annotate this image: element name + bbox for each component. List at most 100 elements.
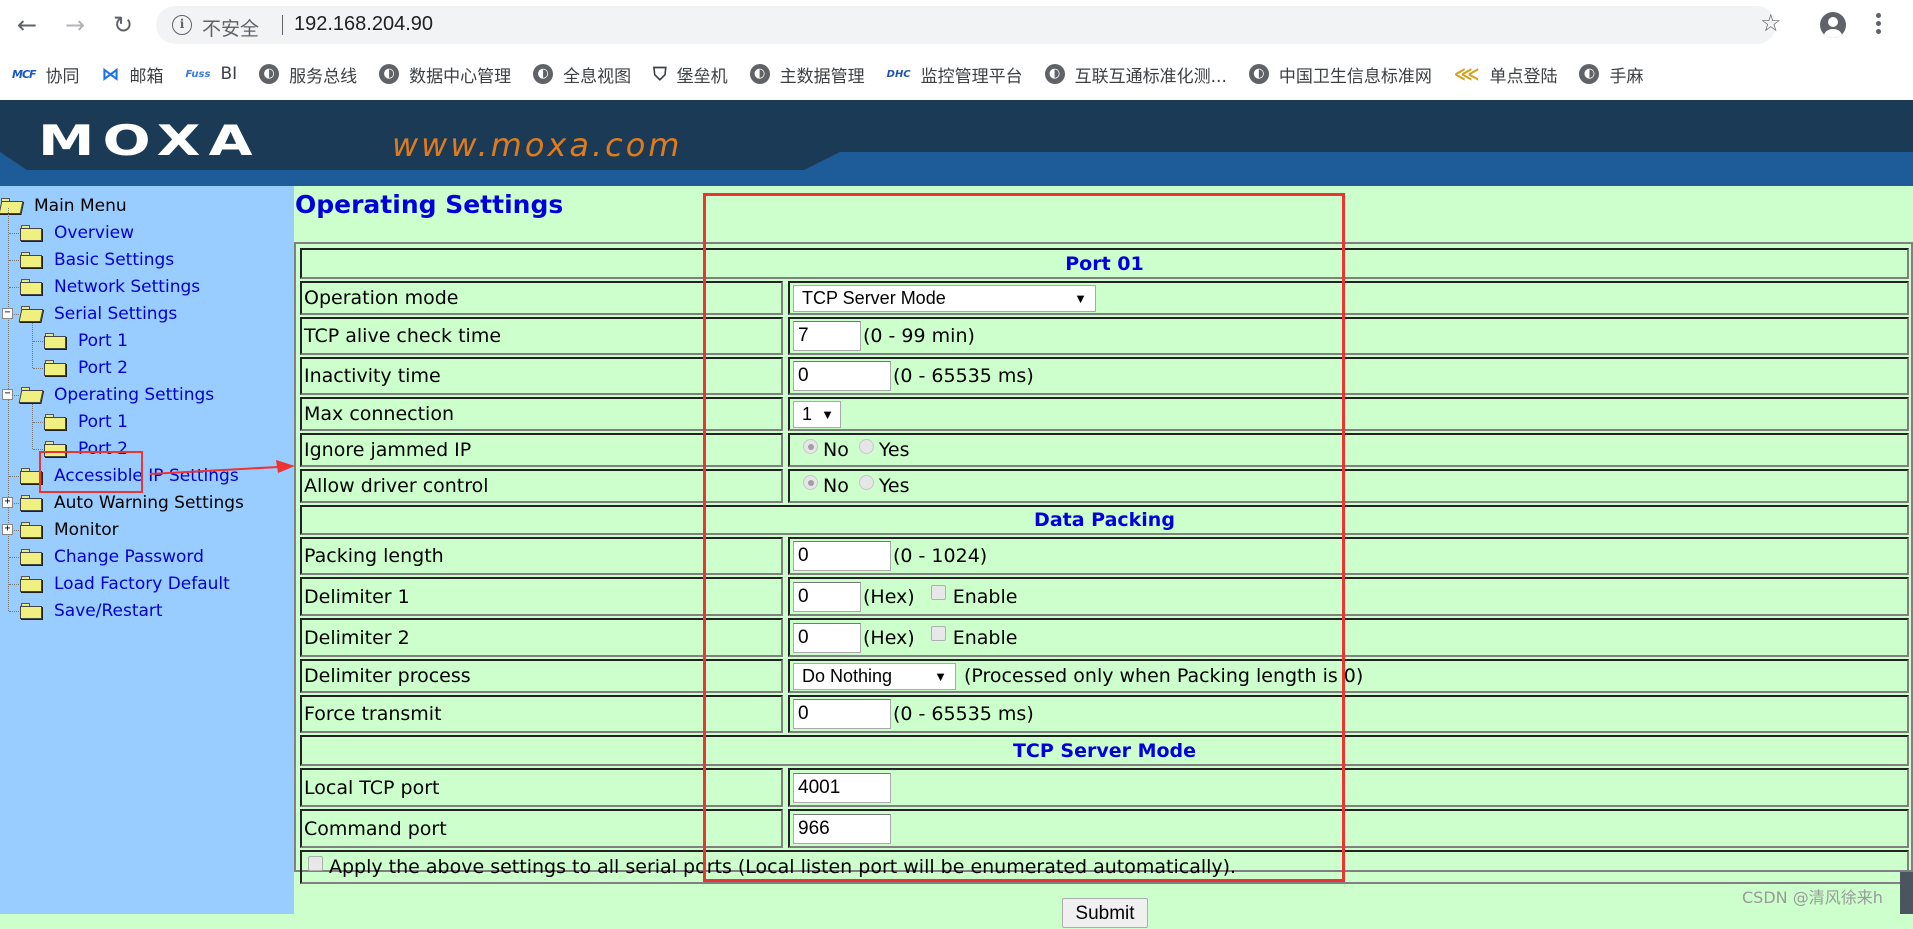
folder-icon <box>20 576 42 592</box>
banner-wedge <box>800 152 1913 172</box>
sso-icon: ⋘ <box>1453 63 1480 85</box>
bookmark-label: 监控管理平台 <box>920 66 1023 87</box>
ignore-jammed-yes-radio[interactable] <box>858 438 874 454</box>
delimiter2-input[interactable]: 0 <box>793 622 861 653</box>
sidebar-item-port-1[interactable]: Port 1 <box>44 326 128 356</box>
chevron-down-icon: ▼ <box>821 406 834 422</box>
url-text[interactable]: 192.168.204.90 <box>294 13 433 36</box>
apply-all-label: Apply the above settings to all serial p… <box>329 856 1237 878</box>
sidebar-item-overview[interactable]: Overview <box>20 218 134 248</box>
packing-length-input[interactable]: 0 <box>793 541 891 571</box>
info-icon[interactable]: i <box>172 15 192 35</box>
force-transmit-input[interactable]: 0 <box>793 699 891 729</box>
bookmark-item[interactable]: ◐ 中国卫生信息标准网 <box>1248 62 1432 87</box>
bookmark-item[interactable]: DHC 监控管理平台 <box>887 62 1023 87</box>
dhc-icon: DHC <box>886 68 911 80</box>
max-connection-label: Max connection <box>300 397 783 431</box>
ignore-jammed-no-radio[interactable] <box>803 438 818 454</box>
bookmark-item[interactable]: Fuss BI <box>186 64 238 84</box>
sidebar-item-save-restart[interactable]: Save/Restart <box>20 596 163 626</box>
sidebar-item-label: Serial Settings <box>54 304 178 324</box>
profile-avatar-icon[interactable] <box>1820 12 1846 38</box>
apply-all-checkbox[interactable] <box>308 855 323 871</box>
expand-plus-icon[interactable]: + <box>2 497 13 508</box>
collapse-minus-icon[interactable]: − <box>2 389 13 400</box>
bookmark-star-icon[interactable]: ☆ <box>1760 9 1782 37</box>
bookmark-item[interactable]: ◐ 手麻 <box>1579 62 1643 87</box>
tcp-server-header: TCP Server Mode <box>1012 739 1197 762</box>
collapse-minus-icon[interactable]: − <box>2 308 13 319</box>
bookmark-label: 协同 <box>45 66 80 87</box>
operation-mode-label: Operation mode <box>300 281 783 315</box>
expand-plus-icon[interactable]: + <box>2 524 13 535</box>
delimiter1-input[interactable]: 0 <box>793 581 861 612</box>
bookmark-label: 服务总线 <box>289 66 358 87</box>
bi-icon: Fuss <box>185 68 211 80</box>
forward-icon[interactable]: → <box>60 10 90 40</box>
sidebar-item-port-1[interactable]: Port 1 <box>44 407 128 437</box>
sidebar-item-change-password[interactable]: Change Password <box>20 542 204 572</box>
row-tcp-alive: TCP alive check time 7 (0 - 99 min) <box>300 317 1909 355</box>
bookmark-label: 数据中心管理 <box>409 66 512 87</box>
delimiter-process-label: Delimiter process <box>300 659 783 693</box>
bookmark-label: BI <box>220 64 238 84</box>
bookmark-item[interactable]: ◐ 数据中心管理 <box>379 62 511 87</box>
watermark: CSDN @清风徐来h <box>1742 888 1883 907</box>
submit-button[interactable]: Submit <box>1062 898 1148 928</box>
bookmark-item[interactable]: ⛉ 堡垒机 <box>653 62 728 87</box>
delimiter-process-select[interactable]: Do Nothing ▼ <box>793 662 956 690</box>
mail-icon: ⋈ <box>101 63 120 85</box>
bookmark-item[interactable]: ◐ 互联互通标准化测... <box>1044 62 1227 87</box>
folder-open-icon <box>18 387 44 403</box>
sidebar-item-network-settings[interactable]: Network Settings <box>20 272 200 302</box>
tree-root-main-menu[interactable]: Main Menu <box>0 191 127 221</box>
command-port-input[interactable]: 966 <box>793 813 891 844</box>
sidebar-item-label: Load Factory Default <box>54 574 230 594</box>
delimiter-process-value: Do Nothing <box>802 665 893 686</box>
sidebar-tree: Main Menu Overview Basic Settings Network … <box>0 186 294 914</box>
operation-mode-select[interactable]: TCP Server Mode ▼ <box>793 284 1096 312</box>
command-port-cell: 966 <box>788 809 1909 848</box>
max-connection-select[interactable]: 1 ▼ <box>793 400 841 428</box>
main-content: Operating Settings Port 01 Operation mod… <box>294 186 1913 928</box>
allow-driver-yes-radio[interactable] <box>858 474 874 490</box>
row-operation-mode: Operation mode TCP Server Mode ▼ <box>300 281 1909 315</box>
bookmark-item[interactable]: MCF 协同 <box>12 62 80 87</box>
bookmarks-bar: MCF 协同 ⋈ 邮箱 Fuss BI ◐ 服务总线 ◐ 数据中心管理 ◐ 全息视图 ⛉ 堡垒机 ◐ 主数据管… <box>0 56 1913 92</box>
sidebar-item-load-factory-default[interactable]: Load Factory Default <box>20 569 230 599</box>
sidebar-item-port-2[interactable]: Port 2 <box>44 353 128 383</box>
tcp-server-header-cell: TCP Server Mode <box>300 735 1909 766</box>
scrollbar-thumb[interactable] <box>1900 872 1913 914</box>
tcp-alive-hint: (0 - 99 min) <box>863 325 975 347</box>
bookmark-item[interactable]: ◐ 主数据管理 <box>749 62 865 87</box>
sidebar-item-operating-settings[interactable]: Operating Settings <box>18 380 214 410</box>
delimiter1-enable-checkbox[interactable] <box>930 585 946 600</box>
back-icon[interactable]: ← <box>12 10 42 40</box>
globe-icon: ◐ <box>1248 64 1269 84</box>
sidebar-item-serial-settings[interactable]: Serial Settings <box>18 299 178 329</box>
mcf-icon: MCF <box>12 67 37 81</box>
delimiter-process-hint: (Processed only when Packing length is 0… <box>964 665 1364 687</box>
sidebar-item-monitor[interactable]: Monitor <box>20 515 119 545</box>
bookmark-label: 邮箱 <box>129 66 164 87</box>
inactivity-input[interactable]: 0 <box>793 361 891 391</box>
bookmark-item[interactable]: ◐ 服务总线 <box>259 62 357 87</box>
bookmark-item[interactable]: ◐ 全息视图 <box>533 62 631 87</box>
menu-kebab-icon[interactable] <box>1876 13 1882 37</box>
bookmark-item[interactable]: ⋈ 邮箱 <box>102 62 164 87</box>
data-packing-header-cell: Data Packing <box>300 505 1909 535</box>
allow-driver-no-radio[interactable] <box>803 474 818 490</box>
tcp-alive-input[interactable]: 7 <box>793 321 861 351</box>
sidebar-item-basic-settings[interactable]: Basic Settings <box>20 245 174 275</box>
sidebar-item-label: Port 1 <box>78 331 128 351</box>
local-tcp-port-input[interactable]: 4001 <box>793 772 891 803</box>
row-max-connection: Max connection 1 ▼ <box>300 397 1909 431</box>
operation-mode-cell: TCP Server Mode ▼ <box>788 281 1909 315</box>
bookmark-item[interactable]: ⋘ 单点登陆 <box>1454 62 1558 87</box>
folder-icon <box>20 279 42 295</box>
address-bar[interactable]: i 不安全 192.168.204.90 <box>156 6 1776 44</box>
delimiter2-enable-checkbox[interactable] <box>930 626 946 641</box>
reload-icon[interactable]: ↻ <box>108 10 138 40</box>
folder-icon <box>44 360 66 376</box>
folder-open-icon <box>0 198 24 214</box>
